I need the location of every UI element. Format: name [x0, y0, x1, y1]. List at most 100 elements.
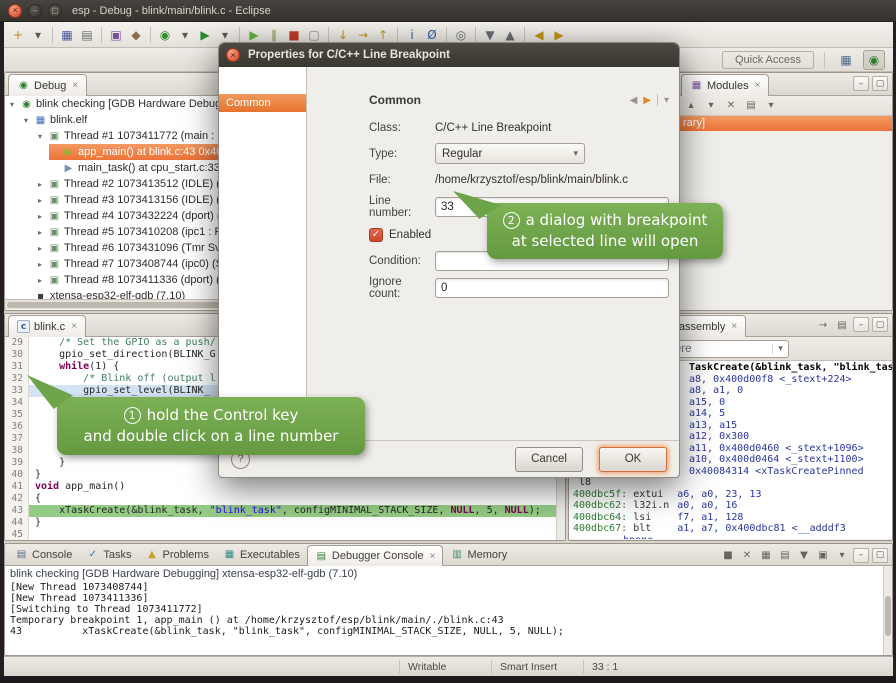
line-number[interactable]: 31 [5, 361, 29, 373]
scrollbar-thumb[interactable] [885, 596, 891, 636]
expander-icon[interactable]: ▾ [35, 132, 45, 141]
expander-icon[interactable]: ▸ [35, 260, 45, 269]
line-number[interactable]: 29 [5, 337, 29, 349]
expander-icon[interactable]: ▸ [35, 276, 45, 285]
ok-button[interactable]: OK [599, 447, 667, 472]
scrollbar-thumb[interactable] [7, 302, 242, 308]
tab-console[interactable]: Console [8, 544, 79, 565]
minimize-view-button[interactable] [853, 548, 869, 563]
tab-tasks[interactable]: Tasks [79, 544, 138, 565]
expander-icon[interactable]: ▾ [7, 100, 17, 109]
code-line[interactable]: 42{ [5, 493, 565, 505]
maximize-view-button[interactable] [872, 76, 888, 91]
run-icon[interactable]: ▶ [195, 25, 215, 45]
line-number[interactable]: 40 [5, 469, 29, 481]
tab-modules[interactable]: Modules [681, 74, 769, 96]
tab-debugger-console[interactable]: Debugger Console [307, 545, 444, 566]
clear-console-icon[interactable]: ▤ [777, 547, 793, 563]
window-maximize-button[interactable] [48, 4, 62, 18]
code-line-current-debug[interactable]: 43 xTaskCreate(&blink_task, "blink_task"… [5, 505, 565, 517]
line-number[interactable]: 39 [5, 457, 29, 469]
scroll-lock-icon[interactable]: ▼ [796, 547, 812, 563]
show-source-icon[interactable]: ▤ [834, 317, 850, 333]
expander-icon[interactable]: ▸ [35, 244, 45, 253]
minimize-view-button[interactable] [853, 317, 869, 332]
remove-all-launches-icon[interactable]: ▦ [758, 547, 774, 563]
ignore-count-input[interactable] [435, 278, 669, 298]
workbench-perspective-icon[interactable]: ▦ [835, 50, 857, 70]
line-number[interactable]: 33 [5, 385, 29, 397]
tab-debug[interactable]: Debug [8, 74, 87, 96]
section-title: Common [369, 93, 421, 107]
close-icon[interactable] [72, 80, 78, 91]
terminate-icon[interactable]: ■ [720, 547, 736, 563]
new-icon[interactable]: + [8, 25, 28, 45]
line-number[interactable]: 44 [5, 517, 29, 529]
console-output[interactable]: blink checking [GDB Hardware Debugging] … [5, 566, 892, 655]
expand-all-icon[interactable]: ▾ [703, 98, 719, 114]
line-number[interactable]: 35 [5, 409, 29, 421]
cancel-button[interactable]: Cancel [515, 447, 583, 472]
line-number[interactable]: 36 [5, 421, 29, 433]
view-menu-icon[interactable]: ▾ [763, 98, 779, 114]
forward-icon[interactable]: ▶ [643, 95, 651, 106]
console-menu-icon[interactable]: ▾ [834, 547, 850, 563]
dialog-close-button[interactable] [226, 48, 240, 62]
new-menu-icon[interactable]: ▾ [28, 25, 48, 45]
code-line[interactable]: 44} [5, 517, 565, 529]
maximize-view-button[interactable] [872, 317, 888, 332]
debug-menu-icon[interactable]: ▾ [175, 25, 195, 45]
remove-icon[interactable]: ✕ [723, 98, 739, 114]
code-line[interactable]: 45 [5, 529, 565, 540]
build-icon[interactable]: ◆ [126, 25, 146, 45]
back-icon[interactable]: ◀ [630, 95, 638, 106]
vertical-scrollbar[interactable] [883, 566, 892, 655]
print-icon[interactable]: ▤ [77, 25, 97, 45]
window-minimize-button[interactable] [28, 4, 42, 18]
expander-icon[interactable]: ▾ [21, 116, 31, 125]
line-number[interactable]: 38 [5, 445, 29, 457]
type-dropdown[interactable]: Regular [435, 143, 585, 164]
enabled-checkbox[interactable]: ✓ [369, 228, 383, 242]
collapse-all-icon[interactable]: ▴ [683, 98, 699, 114]
sync-pc-icon[interactable]: → [815, 317, 831, 333]
save-icon[interactable]: ▦ [57, 25, 77, 45]
expander-icon[interactable]: ▸ [35, 212, 45, 221]
line-number[interactable]: 45 [5, 529, 29, 540]
remove-launch-icon[interactable]: ✕ [739, 547, 755, 563]
line-number[interactable]: 32 [5, 373, 29, 385]
line-number[interactable]: 41 [5, 481, 29, 493]
tab-blink-c[interactable]: blink.c [8, 315, 86, 337]
close-icon[interactable] [731, 321, 737, 332]
tab-problems[interactable]: Problems [138, 544, 215, 565]
expander-icon[interactable]: ▸ [35, 180, 45, 189]
properties-icon[interactable]: ▤ [743, 98, 759, 114]
dialog-titlebar[interactable]: Properties for C/C++ Line Breakpoint [219, 43, 679, 67]
expander-icon[interactable]: ▸ [35, 196, 45, 205]
maximize-view-button[interactable] [872, 548, 888, 563]
minimize-view-button[interactable] [853, 76, 869, 91]
line-number[interactable]: 30 [5, 349, 29, 361]
close-icon[interactable] [71, 321, 77, 332]
code-line[interactable]: 41void app_main() [5, 481, 565, 493]
chevron-down-icon[interactable] [772, 344, 788, 354]
view-menu-icon[interactable]: ▾ [664, 95, 669, 106]
sidebar-item-common[interactable]: Common [219, 94, 306, 112]
debug-perspective-button[interactable]: ◉ [863, 50, 885, 70]
expander-icon[interactable]: ▸ [35, 228, 45, 237]
line-number[interactable]: 37 [5, 433, 29, 445]
close-icon[interactable] [755, 80, 761, 91]
tab-memory[interactable]: Memory [443, 544, 514, 565]
quick-access-button[interactable]: Quick Access [722, 51, 814, 69]
close-icon[interactable] [430, 551, 436, 562]
line-number[interactable]: 42 [5, 493, 29, 505]
line-number[interactable]: 43 [5, 505, 29, 517]
debug-icon[interactable]: ◉ [155, 25, 175, 45]
pin-console-icon[interactable]: ▣ [815, 547, 831, 563]
line-number[interactable]: 34 [5, 397, 29, 409]
new-project-icon[interactable]: ▣ [106, 25, 126, 45]
tab-executables[interactable]: Executables [216, 544, 307, 565]
toolbar-separator [239, 27, 240, 43]
window-close-button[interactable] [8, 4, 22, 18]
line-number-label: Line number: [369, 195, 435, 219]
